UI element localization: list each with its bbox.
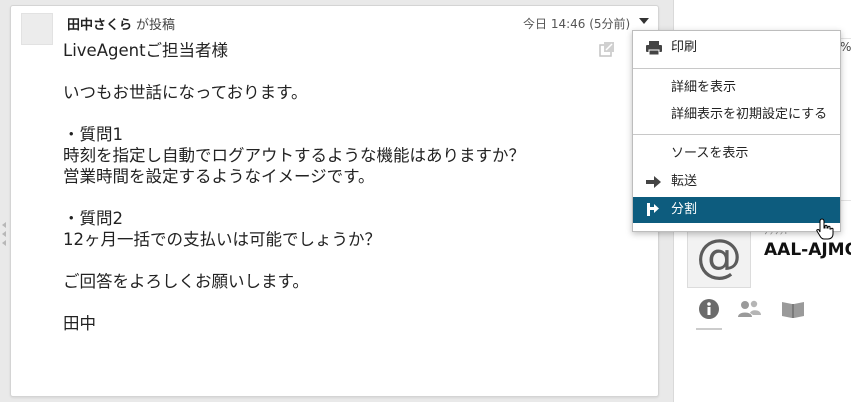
message-context-menu: 印刷 詳細を表示 詳細表示を初期設定にする ソースを表示 転送 分割 [632, 30, 841, 232]
menu-item-label: 転送 [671, 174, 698, 189]
body-line: ・質問2 [63, 209, 123, 228]
menu-item-label: 詳細を表示 [671, 80, 737, 95]
menu-item-split[interactable]: 分割 [633, 197, 840, 223]
body-line: 営業時間を設定するようなイメージです。 [63, 167, 375, 186]
author-action: が投稿 [136, 18, 176, 33]
split-icon [647, 203, 659, 216]
side-partial-text: % [840, 40, 851, 54]
body-line: LiveAgentご担当者様 [63, 41, 229, 60]
ticket-view: 田中さくら が投稿 今日 14:46 (5分前) LiveAgentご担当者様 い… [0, 0, 851, 402]
body-line [63, 187, 603, 208]
menu-item-forward[interactable]: 転送 [633, 169, 840, 195]
body-line: 12ヶ月一括での支払いは可能でしょうか？ [63, 230, 381, 249]
book-icon[interactable] [780, 296, 806, 322]
menu-item-label: 分割 [671, 202, 698, 217]
body-line [63, 292, 603, 313]
menu-item-default-details[interactable]: 詳細表示を初期設定にする [633, 102, 840, 128]
contact-avatar-icon: @ [687, 224, 751, 288]
message-body: LiveAgentご担当者様 いつもお世話になっております。 ・質問1 時刻を指… [63, 40, 603, 334]
menu-item-label: ソースを表示 [671, 146, 749, 161]
contact-name[interactable]: AAL-AJMO [764, 240, 851, 260]
body-line: ご回答をよろしくお願いします。 [63, 272, 309, 291]
menu-item-label: 詳細表示を初期設定にする [671, 107, 828, 122]
side-tabs [696, 296, 846, 330]
message-menu-toggle-icon[interactable] [639, 18, 649, 24]
body-line: ・質問1 [63, 125, 123, 144]
body-line: 田中 [63, 314, 96, 333]
menu-item-print[interactable]: 印刷 [633, 35, 840, 61]
menu-item-view-source[interactable]: ソースを表示 [633, 141, 840, 167]
message-card: 田中さくら が投稿 今日 14:46 (5分前) LiveAgentご担当者様 い… [10, 5, 659, 397]
printer-icon [646, 41, 662, 56]
menu-item-show-details[interactable]: 詳細を表示 [633, 75, 840, 101]
message-author: 田中さくら が投稿 [67, 14, 175, 33]
hand-cursor-icon [816, 218, 834, 240]
arrow-right-icon [646, 176, 661, 188]
message-timestamp: 今日 14:46 (5分前) [523, 17, 631, 31]
info-icon[interactable] [696, 296, 722, 322]
body-line [63, 250, 603, 271]
author-avatar [21, 13, 53, 45]
body-line [63, 61, 603, 82]
resize-handle[interactable] [2, 222, 8, 252]
body-line [63, 103, 603, 124]
author-name[interactable]: 田中さくら [67, 18, 132, 33]
body-line: 時刻を指定し自動でログアウトするような機能はありますか？ [63, 146, 525, 165]
people-icon[interactable] [736, 296, 762, 322]
body-line: いつもお世話になっております。 [63, 83, 308, 102]
menu-item-label: 印刷 [671, 40, 698, 55]
